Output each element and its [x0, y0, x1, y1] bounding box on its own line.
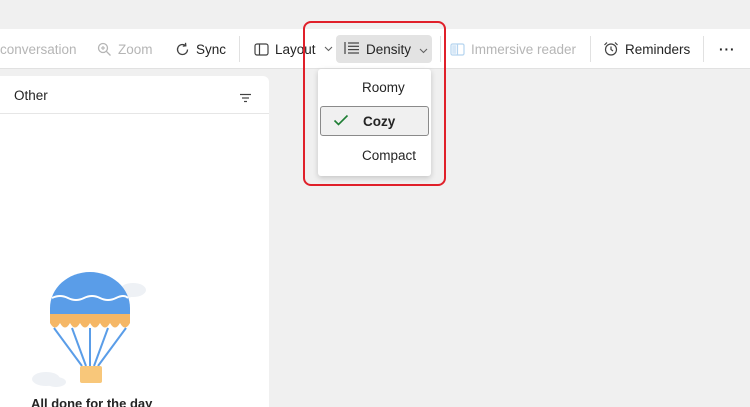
- toolbar-divider: [440, 36, 441, 62]
- panel-header: Other: [0, 76, 269, 114]
- density-button[interactable]: Density: [336, 35, 432, 63]
- sync-icon: [175, 42, 190, 57]
- filter-icon[interactable]: [239, 90, 252, 108]
- chevron-down-icon: [324, 46, 333, 52]
- chevron-down-icon: [419, 42, 428, 57]
- menu-item-label: Roomy: [362, 79, 405, 95]
- layout-button[interactable]: Layout: [254, 29, 333, 69]
- conversation-label: conversation: [0, 41, 77, 57]
- reminders-label: Reminders: [625, 41, 691, 57]
- menu-item-label: Cozy: [363, 113, 396, 129]
- window-top-strip: [0, 0, 750, 29]
- hot-air-balloon-illustration: [30, 268, 155, 393]
- sync-button[interactable]: Sync: [175, 29, 226, 69]
- immersive-reader-button[interactable]: Immersive reader: [450, 29, 576, 69]
- folder-title: Other: [14, 88, 48, 103]
- sync-label: Sync: [196, 41, 227, 57]
- more-icon: ···: [719, 41, 736, 57]
- immersive-reader-label: Immersive reader: [471, 41, 577, 57]
- menu-item-label: Compact: [362, 147, 417, 163]
- reminders-icon: [603, 41, 619, 57]
- immersive-reader-icon: [450, 42, 465, 57]
- density-option-cozy[interactable]: Cozy: [320, 106, 429, 136]
- zoom-icon: [97, 42, 112, 57]
- zoom-button[interactable]: Zoom: [97, 29, 153, 69]
- more-options-button[interactable]: ···: [719, 29, 736, 69]
- reminders-button[interactable]: Reminders: [603, 29, 690, 69]
- density-option-roomy[interactable]: Roomy: [320, 72, 429, 102]
- density-dropdown-menu: Roomy Cozy Compact: [318, 69, 431, 176]
- empty-state-message: All done for the day: [31, 396, 153, 407]
- toolbar-divider: [703, 36, 704, 62]
- view-conversation-button[interactable]: conversation: [0, 29, 77, 69]
- toolbar-divider: [239, 36, 240, 62]
- density-label: Density: [366, 41, 412, 57]
- density-option-compact[interactable]: Compact: [320, 140, 429, 170]
- toolbar-divider: [590, 36, 591, 62]
- layout-icon: [254, 42, 269, 57]
- density-icon: [344, 41, 360, 58]
- zoom-label: Zoom: [118, 41, 153, 57]
- checkmark-icon: [333, 114, 349, 130]
- layout-label: Layout: [275, 41, 316, 57]
